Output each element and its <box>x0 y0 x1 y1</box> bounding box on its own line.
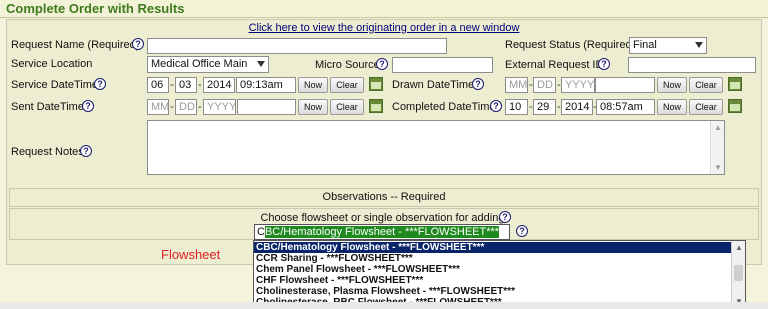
service-clear-button[interactable]: Clear <box>330 77 364 93</box>
sent-now-button[interactable]: Now <box>298 99 328 115</box>
request-notes-label: Request Notes <box>11 146 84 158</box>
dropdown-option[interactable]: Cholinesterase, Plasma Flowsheet - ***FL… <box>254 286 733 297</box>
sent-clear-button[interactable]: Clear <box>330 99 364 115</box>
request-notes-textarea[interactable]: ▲ ▼ <box>147 120 725 175</box>
dropdown-option[interactable]: CBC/Hematology Flowsheet - ***FLOWSHEET*… <box>254 242 733 253</box>
help-icon[interactable]: ? <box>376 58 388 70</box>
date-separator: - <box>198 101 202 113</box>
flowsheet-label: Flowsheet <box>161 247 221 262</box>
help-icon[interactable]: ? <box>472 78 484 90</box>
drawn-month-input[interactable]: MM <box>505 77 528 93</box>
request-status-value: Final <box>633 39 657 51</box>
scrollbar-thumb[interactable] <box>734 265 743 281</box>
external-request-id-input[interactable] <box>628 57 756 73</box>
dropdown-option[interactable]: Chem Panel Flowsheet - ***FLOWSHEET*** <box>254 264 733 275</box>
service-now-button[interactable]: Now <box>298 77 328 93</box>
status-bar <box>0 302 768 309</box>
external-request-id-label: External Request ID <box>505 59 604 71</box>
help-icon[interactable]: ? <box>516 225 528 237</box>
sent-datetime-label: Sent DateTime <box>11 101 84 113</box>
sent-day-input[interactable]: DD <box>175 99 197 115</box>
service-year-input[interactable]: 2014 <box>203 77 235 93</box>
drawn-clear-button[interactable]: Clear <box>689 77 723 93</box>
completed-now-button[interactable]: Now <box>657 99 687 115</box>
help-icon[interactable]: ? <box>80 145 92 157</box>
calendar-icon[interactable] <box>369 99 383 113</box>
sent-month-input[interactable]: MM <box>147 99 169 115</box>
observations-header: Observations -- Required <box>9 188 759 207</box>
service-day-input[interactable]: 03 <box>175 77 197 93</box>
date-separator: - <box>198 79 202 91</box>
service-location-value: Medical Office Main <box>151 58 248 70</box>
drawn-now-button[interactable]: Now <box>657 77 687 93</box>
choose-flowsheet-text: Choose flowsheet or single observation f… <box>260 212 508 224</box>
completed-year-input[interactable]: 2014 <box>561 99 593 115</box>
date-separator: - <box>170 101 174 113</box>
service-time-input[interactable]: 09:13am <box>236 77 296 93</box>
drawn-year-input[interactable]: YYYY <box>561 77 595 93</box>
sent-year-input[interactable]: YYYY <box>203 99 236 115</box>
completed-day-input[interactable]: 29 <box>533 99 556 115</box>
request-name-label: Request Name (Required) <box>11 39 140 51</box>
service-month-input[interactable]: 06 <box>147 77 169 93</box>
service-datetime-label: Service DateTime <box>11 79 99 91</box>
observation-search-combobox[interactable]: CBC/Hematology Flowsheet - ***FLOWSHEET*… <box>254 224 510 240</box>
help-icon[interactable]: ? <box>499 211 511 223</box>
micro-source-input[interactable] <box>392 57 493 73</box>
calendar-icon[interactable] <box>369 77 383 91</box>
help-icon[interactable]: ? <box>94 78 106 90</box>
originating-order-link[interactable]: Click here to view the originating order… <box>0 22 768 34</box>
chevron-down-icon <box>695 42 703 48</box>
request-status-select[interactable]: Final <box>629 37 707 54</box>
micro-source-label: Micro Source <box>315 59 380 71</box>
sent-time-input[interactable] <box>237 99 296 115</box>
dropdown-option[interactable]: CHF Flowsheet - ***FLOWSHEET*** <box>254 275 733 286</box>
completed-month-input[interactable]: 10 <box>505 99 528 115</box>
help-icon[interactable]: ? <box>132 38 144 50</box>
calendar-icon[interactable] <box>728 99 742 113</box>
request-status-label: Request Status (Required) <box>505 39 636 51</box>
help-icon[interactable]: ? <box>82 100 94 112</box>
dropdown-option[interactable]: CCR Sharing - ***FLOWSHEET*** <box>254 253 733 264</box>
drawn-time-input[interactable] <box>595 77 655 93</box>
service-location-label: Service Location <box>11 58 93 70</box>
flowsheet-dropdown-list[interactable]: CBC/Hematology Flowsheet - ***FLOWSHEET*… <box>253 240 746 309</box>
page-title: Complete Order with Results <box>6 1 185 16</box>
scroll-up-icon[interactable]: ▲ <box>735 243 743 252</box>
drawn-day-input[interactable]: DD <box>533 77 556 93</box>
scroll-down-icon[interactable]: ▼ <box>714 163 722 172</box>
choose-flowsheet-label: Choose flowsheet or single observation f… <box>0 212 768 224</box>
notes-scrollbar[interactable]: ▲ ▼ <box>710 121 724 174</box>
request-name-input[interactable] <box>147 38 447 54</box>
combobox-autocomplete-highlight: BC/Hematology Flowsheet - ***FLOWSHEET**… <box>264 226 500 238</box>
drawn-datetime-label: Drawn DateTime <box>392 79 475 91</box>
completed-clear-button[interactable]: Clear <box>689 99 723 115</box>
calendar-icon[interactable] <box>728 77 742 91</box>
date-separator: - <box>170 79 174 91</box>
completed-datetime-label: Completed DateTime <box>392 101 496 113</box>
completed-time-input[interactable]: 08:57am <box>596 99 655 115</box>
service-location-select[interactable]: Medical Office Main <box>147 56 269 73</box>
page-header: Complete Order with Results <box>0 0 768 18</box>
dropdown-scrollbar[interactable]: ▲ ▼ <box>731 241 745 308</box>
help-icon[interactable]: ? <box>490 100 502 112</box>
combobox-typed-text: C <box>257 226 265 238</box>
help-icon[interactable]: ? <box>598 58 610 70</box>
scroll-up-icon[interactable]: ▲ <box>714 123 722 132</box>
chevron-down-icon <box>257 61 265 67</box>
